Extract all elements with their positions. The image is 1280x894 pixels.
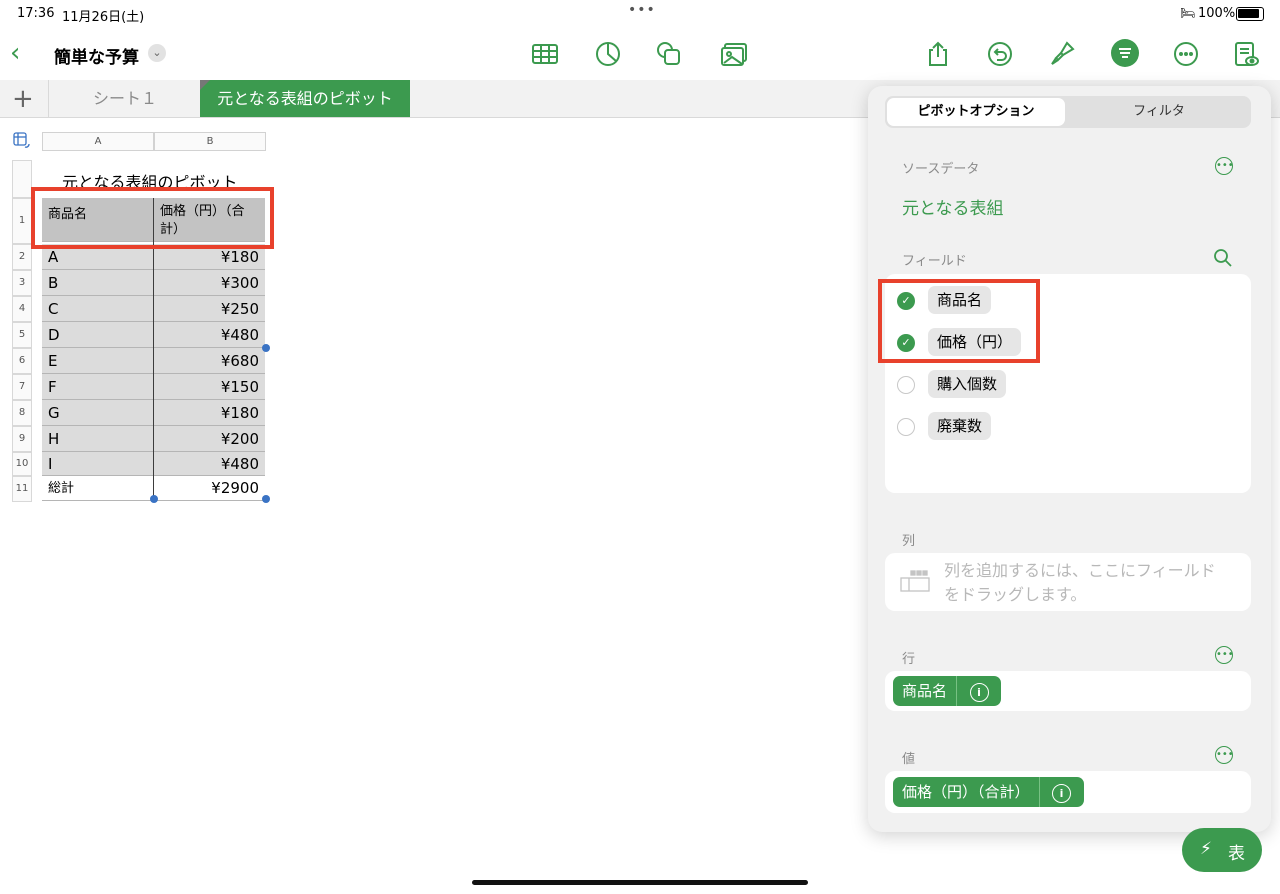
table-cell-a[interactable]: C (42, 296, 153, 322)
row-header[interactable]: 6 (12, 348, 32, 374)
format-brush-icon[interactable] (1048, 40, 1076, 68)
field-row[interactable]: 廃棄数 (885, 400, 1251, 440)
highlight-box-header (31, 187, 274, 249)
more-icon[interactable]: ••• (1215, 646, 1234, 664)
row-header[interactable]: 1 (12, 198, 32, 244)
home-indicator[interactable] (472, 880, 808, 885)
battery-icon (1236, 7, 1264, 21)
table-cell-b[interactable]: ¥250 (154, 296, 265, 322)
row-field-pill[interactable]: 商品名 i (893, 676, 1002, 706)
resize-handle[interactable] (262, 495, 270, 503)
table-cell-a[interactable]: H (42, 426, 153, 452)
table-icon[interactable] (531, 40, 559, 68)
toolbar: ‹ 簡単な予算 ⌄ (0, 28, 1280, 81)
more-icon[interactable]: ••• (1215, 746, 1234, 764)
tab-corner-marker (200, 80, 210, 90)
row-header[interactable]: 3 (12, 270, 32, 296)
tab-sheet1[interactable]: シート１ (48, 80, 201, 117)
table-cell-a[interactable]: F (42, 374, 153, 400)
clock: 17:36 (17, 6, 55, 21)
battery-percent: 100% (1198, 6, 1236, 21)
total-label-cell[interactable]: 総計 (42, 476, 153, 501)
table-cell-a[interactable]: I (42, 452, 153, 476)
table-cell-b[interactable]: ¥200 (154, 426, 265, 452)
tab-filter[interactable]: フィルタ (1069, 98, 1249, 126)
more-icon[interactable]: ••• (1215, 157, 1234, 175)
chevron-down-icon[interactable]: ⌄ (148, 44, 166, 62)
status-bar: 17:36 11月26日(土) ••• 🛏 100% (0, 0, 1280, 28)
rows-label: 行 (902, 652, 916, 667)
columns-label: 列 (902, 534, 916, 549)
document-title[interactable]: 簡単な予算 (54, 43, 139, 68)
date: 11月26日(土) (62, 10, 145, 25)
rows-zone: 商品名 i (885, 671, 1251, 711)
table-cell-b[interactable]: ¥480 (154, 452, 265, 476)
table-cell-b[interactable]: ¥300 (154, 270, 265, 296)
values-zone: 価格（円）（合計） i (885, 771, 1251, 813)
shape-icon[interactable] (655, 40, 683, 68)
field-name[interactable]: 廃棄数 (928, 412, 992, 440)
bed-icon: 🛏 (1180, 6, 1196, 20)
table-cell-b[interactable]: ¥680 (154, 348, 265, 374)
info-icon[interactable]: i (957, 676, 1001, 706)
table-cell-a[interactable]: D (42, 322, 153, 348)
unchecked-circle-icon[interactable] (897, 376, 915, 394)
row-field-label[interactable]: 商品名 (893, 676, 956, 706)
reading-view-icon[interactable] (1232, 40, 1260, 68)
row-header[interactable]: 4 (12, 296, 32, 322)
column-header-b[interactable]: B (154, 132, 266, 151)
table-cell-b[interactable]: ¥150 (154, 374, 265, 400)
organize-icon[interactable] (1111, 39, 1139, 67)
resize-handle[interactable] (150, 495, 158, 503)
row-header[interactable]: 7 (12, 374, 32, 400)
highlight-box-fields (878, 279, 1040, 363)
chart-icon[interactable] (594, 40, 622, 68)
columns-placeholder-line2: をドラッグします。 (944, 585, 1087, 604)
row-header[interactable]: 8 (12, 400, 32, 426)
quick-table-button[interactable]: ⚡ 表 (1182, 828, 1262, 872)
table-cell-b[interactable]: ¥180 (154, 400, 265, 426)
share-icon[interactable] (924, 40, 952, 68)
row-header[interactable]: 5 (12, 322, 32, 348)
media-icon[interactable] (720, 40, 748, 68)
table-handle-icon[interactable] (12, 131, 32, 151)
row-header[interactable]: 9 (12, 426, 32, 452)
value-field-label[interactable]: 価格（円）（合計） (893, 777, 1039, 807)
unchecked-circle-icon[interactable] (897, 418, 915, 436)
add-sheet-icon[interactable]: + (12, 84, 34, 114)
more-icon[interactable] (1172, 40, 1200, 68)
row-header-title (12, 160, 32, 198)
table-cell-a[interactable]: B (42, 270, 153, 296)
info-icon[interactable]: i (1040, 777, 1084, 807)
segmented-control: ピボットオプション フィルタ (885, 96, 1251, 128)
field-name[interactable]: 購入個数 (928, 370, 1007, 398)
fields-label: フィールド (902, 254, 967, 269)
table-cell-b[interactable]: ¥480 (154, 322, 265, 348)
table-cell-a[interactable]: G (42, 400, 153, 426)
resize-handle[interactable] (262, 344, 270, 352)
column-header-a[interactable]: A (42, 132, 154, 151)
back-icon[interactable]: ‹ (10, 38, 20, 68)
row-header[interactable]: 10 (12, 452, 32, 476)
columns-drop-zone[interactable]: 列を追加するには、ここにフィールド をドラッグします。 (885, 553, 1251, 611)
source-data-label: ソースデータ (902, 162, 980, 177)
row-header[interactable]: 2 (12, 244, 32, 270)
quick-table-label: 表 (1228, 844, 1245, 864)
value-field-pill[interactable]: 価格（円）（合計） i (893, 777, 1084, 807)
source-table-link[interactable]: 元となる表組 (902, 194, 1004, 219)
tab-pivot-sheet[interactable]: 元となる表組のピボット (200, 80, 410, 117)
total-value-cell[interactable]: ¥2900 (154, 476, 265, 501)
row-header[interactable]: 11 (12, 476, 32, 502)
multitasking-dots[interactable]: ••• (628, 2, 656, 18)
pivot-options-panel: ピボットオプション フィルタ ソースデータ ••• 元となる表組 フィールド ✓… (868, 86, 1271, 832)
columns-placeholder-icon (899, 568, 931, 596)
columns-placeholder-line1: 列を追加するには、ここにフィールド (944, 561, 1216, 580)
tab-pivot-options[interactable]: ピボットオプション (887, 98, 1065, 126)
undo-icon[interactable] (986, 40, 1014, 68)
table-cell-a[interactable]: E (42, 348, 153, 374)
bolt-icon: ⚡ (1200, 839, 1212, 859)
values-label: 値 (902, 752, 916, 767)
search-icon[interactable] (1213, 248, 1233, 268)
